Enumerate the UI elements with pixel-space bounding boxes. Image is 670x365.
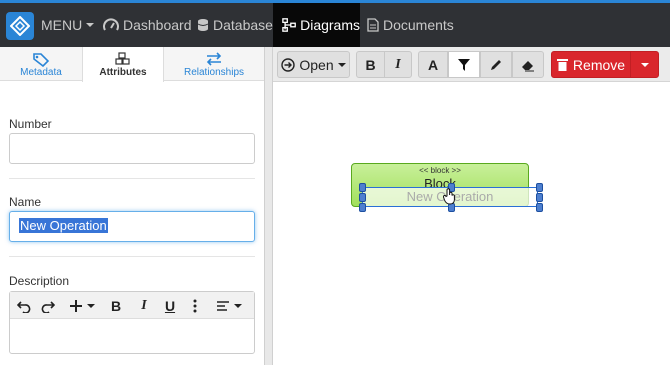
align-dropdown[interactable] xyxy=(214,296,244,315)
filter-icon xyxy=(458,58,470,71)
eraser-icon xyxy=(522,60,534,71)
open-label: Open xyxy=(299,56,334,73)
menu-dropdown[interactable]: MENU xyxy=(41,3,95,47)
divider xyxy=(9,256,255,257)
more-vertical-icon[interactable] xyxy=(190,296,200,315)
diagram-toolbar: Open B I A Remove xyxy=(273,47,670,82)
remove-dropdown-toggle[interactable] xyxy=(630,51,659,78)
remove-label: Remove xyxy=(572,56,626,73)
name-label: Name xyxy=(9,195,42,209)
diagram-area: Open B I A Remove << block >> Block New … xyxy=(273,47,670,365)
resize-handle[interactable] xyxy=(536,193,543,202)
nav-database[interactable]: Database xyxy=(197,3,273,47)
tag-icon xyxy=(33,53,50,67)
resize-handle[interactable] xyxy=(536,203,543,212)
resize-handle[interactable] xyxy=(359,183,366,192)
document-icon xyxy=(367,18,379,32)
nav-documents-label: Documents xyxy=(383,17,454,33)
database-icon xyxy=(197,19,209,31)
name-field-value: New Operation xyxy=(19,218,108,233)
panel-splitter[interactable] xyxy=(264,47,273,365)
chevron-down-icon xyxy=(86,23,95,27)
block-stereotype: << block >> xyxy=(419,166,461,175)
insert-dropdown[interactable] xyxy=(68,296,96,315)
resize-handle[interactable] xyxy=(536,183,543,192)
properties-tabs: Metadata Attributes Relationships xyxy=(0,47,264,82)
tab-metadata-label: Metadata xyxy=(20,67,62,78)
nav-diagrams-label: Diagrams xyxy=(300,17,360,33)
font-button[interactable]: A xyxy=(418,51,448,78)
filter-button[interactable] xyxy=(448,51,480,78)
tab-relationships[interactable]: Relationships xyxy=(164,47,264,81)
tab-metadata[interactable]: Metadata xyxy=(0,47,82,81)
trash-icon xyxy=(556,59,568,71)
exchange-icon xyxy=(206,52,222,66)
redo-icon[interactable] xyxy=(40,296,56,315)
pencil-icon xyxy=(491,59,501,70)
tab-attributes[interactable]: Attributes xyxy=(82,47,164,82)
diamond-logo-icon xyxy=(10,16,30,36)
number-label: Number xyxy=(9,117,52,131)
hand-cursor-icon xyxy=(443,188,455,205)
menu-label: MENU xyxy=(41,17,83,33)
nav-dashboard[interactable]: Dashboard xyxy=(103,3,192,47)
nav-documents[interactable]: Documents xyxy=(367,3,454,47)
sitemap-icon xyxy=(282,18,296,32)
eraser-button[interactable] xyxy=(512,51,544,78)
align-left-icon xyxy=(217,300,229,311)
chevron-down-icon xyxy=(87,303,95,308)
undo-icon[interactable] xyxy=(16,296,32,315)
nav-dashboard-label: Dashboard xyxy=(123,17,192,33)
chevron-down-icon xyxy=(234,303,242,308)
underline-button[interactable]: U xyxy=(162,296,178,315)
chevron-down-icon xyxy=(337,62,346,67)
sign-in-icon xyxy=(281,57,296,72)
tab-attributes-label: Attributes xyxy=(99,67,147,78)
chevron-down-icon xyxy=(640,62,649,67)
divider xyxy=(9,178,255,179)
editor-toolbar: B I U xyxy=(10,292,254,319)
bold-button[interactable]: B xyxy=(356,51,385,78)
plus-icon xyxy=(70,299,82,312)
nav-database-label: Database xyxy=(213,17,273,33)
resize-handle[interactable] xyxy=(359,203,366,212)
nav-diagrams[interactable]: Diagrams xyxy=(273,3,360,47)
name-field[interactable]: New Operation xyxy=(9,211,255,242)
italic-button[interactable]: I xyxy=(384,51,412,78)
tab-relationships-label: Relationships xyxy=(183,67,245,78)
bold-button[interactable]: B xyxy=(108,296,124,315)
cubes-icon xyxy=(115,52,130,65)
description-editor[interactable]: B I U xyxy=(9,291,255,354)
italic-button[interactable]: I xyxy=(136,296,152,315)
app-logo[interactable] xyxy=(6,12,34,40)
description-label: Description xyxy=(9,274,70,288)
gauge-icon xyxy=(103,18,119,31)
number-field[interactable] xyxy=(9,133,255,164)
resize-handle[interactable] xyxy=(359,193,366,202)
properties-panel: Metadata Attributes Relationships Number… xyxy=(0,47,264,365)
pencil-button[interactable] xyxy=(480,51,512,78)
top-navbar: MENU Dashboard Database Diagrams Documen… xyxy=(0,0,670,47)
remove-button[interactable]: Remove xyxy=(551,51,631,78)
open-dropdown[interactable]: Open xyxy=(277,51,350,78)
